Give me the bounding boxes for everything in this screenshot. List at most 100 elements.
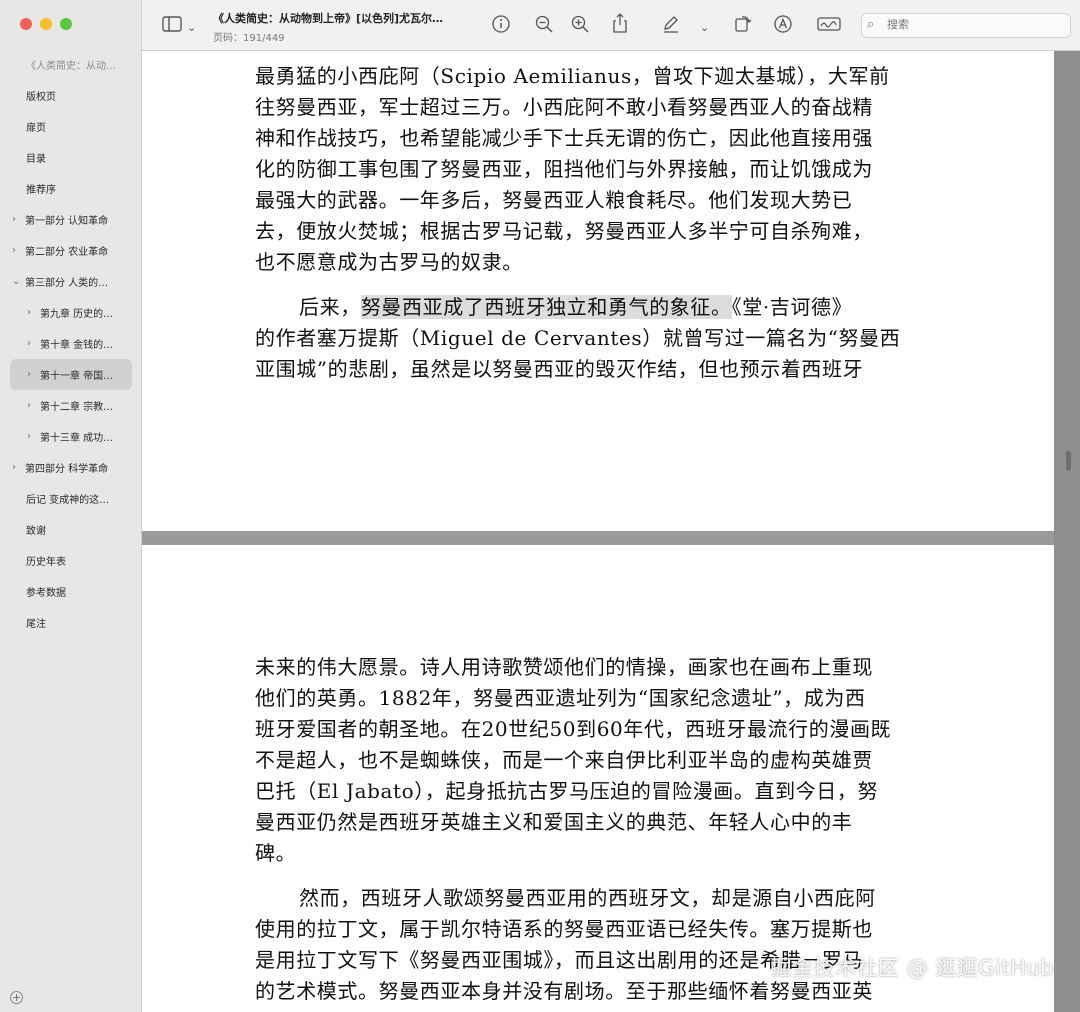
chevron-down-icon[interactable]: ⌄ — [187, 17, 196, 39]
window-controls — [20, 18, 72, 30]
sidebar-item[interactable]: › 第一部分 认知革命 — [0, 204, 142, 235]
sidebar-item-label: 第三部分 人类的… — [25, 278, 109, 289]
watermark: 掘金技术社区 @ 逛逛GitHub — [770, 956, 1054, 980]
rotate-icon[interactable] — [734, 14, 752, 33]
sidebar-item-label: 参考数据 — [26, 588, 66, 599]
sidebar-item-label: 第十二章 宗教… — [40, 402, 114, 413]
text-line: 不是超人，也不是蜘蛛侠，而是一个来自伊比利亚半岛的虚构英雄贾 — [255, 748, 873, 772]
sidebar-item-label: 致谢 — [26, 526, 46, 537]
chevron-right-icon[interactable]: › — [27, 338, 40, 349]
text-line: 使用的拉丁文，属于凯尔特语系的努曼西亚语已经失传。塞万提斯也 — [255, 917, 873, 941]
sidebar-item[interactable]: 历史年表 — [0, 545, 142, 576]
page-text: 最勇猛的小西庇阿（Scipio Aemilianus，曾攻下迦太基城），大军前往… — [255, 61, 945, 385]
text-line: 也不愿意成为古罗马的奴隶。 — [255, 250, 523, 274]
paragraph-lead: 后来， — [299, 295, 361, 319]
page-separator — [142, 531, 1054, 545]
paragraph-text: 《堂·吉诃德》 — [731, 295, 853, 319]
sidebar-item[interactable]: 参考数据 — [0, 576, 142, 607]
chevron-down-icon[interactable]: ⌄ — [12, 276, 25, 287]
sidebar-item-label: 第十一章 帝国… — [40, 371, 114, 382]
sidebar-item-label: 第九章 历史的… — [40, 309, 114, 320]
chevron-right-icon[interactable]: › — [12, 462, 25, 473]
zoom-window-button[interactable] — [60, 18, 72, 30]
sidebar-item[interactable]: › 第四部分 科学革命 — [0, 452, 142, 483]
chevron-right-icon[interactable]: › — [12, 214, 25, 225]
text-line: 化的防御工事包围了努曼西亚，阻挡他们与外界接触，而让饥饿成为 — [255, 157, 873, 181]
add-icon[interactable]: + — [10, 991, 23, 1004]
text-line: 最强大的武器。一年多后，努曼西亚人粮食耗尽。他们发现大势已 — [255, 188, 853, 212]
text-line: 班牙爱国者的朝圣地。在20世纪50到60年代，西班牙最流行的漫画既 — [255, 717, 892, 741]
highlighted-text[interactable]: 努曼西亚成了西班牙独立和勇气的象征。 — [360, 295, 732, 319]
info-icon[interactable] — [492, 15, 510, 33]
pdf-page-192: 未来的伟大愿景。诗人用诗歌赞颂他们的情操，画家也在画布上重现 他们的英勇。1882… — [142, 545, 1054, 1012]
search-icon: ⌕ — [867, 17, 875, 32]
chevron-right-icon[interactable]: › — [12, 245, 25, 256]
document-title: 《人类简史：从动物到上帝》[以色列]尤瓦尔… — [213, 12, 444, 25]
markup-pen-icon[interactable] — [662, 15, 680, 33]
zoom-in-icon[interactable] — [571, 15, 589, 33]
sidebar-item-label: 第十章 金钱的… — [40, 340, 114, 351]
sidebar-item[interactable]: 推荐序 — [0, 173, 142, 204]
sidebar-item[interactable]: ⌄ 第三部分 人类的… — [0, 266, 142, 297]
vertical-scrollbar[interactable] — [1066, 451, 1071, 471]
sidebar-item[interactable]: › 第二部分 农业革命 — [0, 235, 142, 266]
sidebar-item[interactable]: 扉页 — [0, 111, 142, 142]
sidebar-item[interactable]: › 第九章 历史的… — [0, 297, 142, 328]
sidebar-item-label: 后记 变成神的这… — [26, 495, 110, 506]
close-window-button[interactable] — [20, 18, 32, 30]
table-of-contents: 《人类简史：从动… 版权页 扉页 目录 推荐序 › 第一部分 认知革命 › 第二部分 农业革命… — [0, 49, 142, 638]
sidebar-item-label: 推荐序 — [26, 185, 56, 196]
share-icon[interactable] — [612, 13, 628, 33]
sidebar-item-label: 历史年表 — [26, 557, 66, 568]
chevron-right-icon[interactable]: › — [27, 369, 40, 380]
text-line: 亚围城”的悲剧，虽然是以努曼西亚的毁灭作结，但也预示着西班牙 — [255, 357, 864, 381]
chevron-down-icon[interactable]: ⌄ — [700, 17, 709, 39]
chevron-right-icon[interactable]: › — [27, 307, 40, 318]
sidebar-item[interactable]: › 第十章 金钱的… — [0, 328, 142, 359]
text-line: 神和作战技巧，也希望能减少手下士兵无谓的伤亡，因此他直接用强 — [255, 126, 873, 150]
sidebar-toggle-icon[interactable] — [162, 16, 182, 32]
zoom-out-icon[interactable] — [535, 15, 553, 33]
pdf-page-191: 最勇猛的小西庇阿（Scipio Aemilianus，曾攻下迦太基城），大军前往… — [142, 51, 1054, 531]
chevron-right-icon[interactable]: › — [27, 431, 40, 442]
chevron-right-icon[interactable]: › — [27, 400, 40, 411]
sidebar-item-label: 第一部分 认知革命 — [25, 216, 109, 227]
page-indicator: 页码：191/449 — [213, 33, 285, 44]
sidebar-item[interactable]: › 第十一章 帝国… — [10, 359, 132, 390]
sidebar-item-label: 第二部分 农业革命 — [25, 247, 109, 258]
document-title-block: 《人类简史：从动物到上帝》[以色列]尤瓦尔… 页码：191/449 — [213, 10, 483, 44]
sidebar-item-label: 第十三章 成功… — [40, 433, 114, 444]
sidebar-item-label: 版权页 — [26, 92, 56, 103]
sidebar-item[interactable]: › 第十二章 宗教… — [0, 390, 142, 421]
sidebar: 《人类简史：从动… 版权页 扉页 目录 推荐序 › 第一部分 认知革命 › 第二部分 农业革命… — [0, 0, 142, 1012]
sidebar-item[interactable]: 后记 变成神的这… — [0, 483, 142, 514]
sidebar-item-label: 扉页 — [26, 123, 46, 134]
text-line: 然而，西班牙人歌颂努曼西亚用的西班牙文，却是源自小西庇阿 — [299, 886, 876, 910]
search-field[interactable]: ⌕ — [861, 13, 1071, 38]
text-line: 曼西亚仍然是西班牙英雄主义和爱国主义的典范、年轻人心中的丰 — [255, 810, 853, 834]
toolbar: ⌄ 《人类简史：从动物到上帝》[以色列]尤瓦尔… 页码：191/449 ⌄ ⌕ … — [142, 0, 1080, 51]
sidebar-item[interactable]: 尾注 — [0, 607, 142, 638]
sidebar-item[interactable]: 版权页 — [0, 80, 142, 111]
text-line: 最勇猛的小西庇阿（Scipio Aemilianus，曾攻下迦太基城），大军前 — [255, 64, 890, 88]
document-viewport[interactable]: 最勇猛的小西庇阿（Scipio Aemilianus，曾攻下迦太基城），大军前往… — [142, 51, 1080, 1012]
minimize-window-button[interactable] — [40, 18, 52, 30]
text-line: 的作者塞万提斯（Miguel de Cervantes）就曾写过一篇名为“努曼西 — [255, 326, 901, 350]
sidebar-item[interactable]: › 第十三章 成功… — [0, 421, 142, 452]
text-line: 他们的英勇。1882年，努曼西亚遗址列为“国家纪念遗址”，成为西 — [255, 686, 866, 710]
text-line: 碑。 — [255, 841, 297, 865]
sidebar-item[interactable]: 目录 — [0, 142, 142, 173]
text-line: 未来的伟大愿景。诗人用诗歌赞颂他们的情操，画家也在画布上重现 — [255, 655, 873, 679]
sidebar-item-label: 第四部分 科学革命 — [25, 464, 109, 475]
paragraph: 后来，努曼西亚成了西班牙独立和勇气的象征。《堂·吉诃德》 — [255, 292, 945, 323]
sidebar-item[interactable]: 致谢 — [0, 514, 142, 545]
search-input[interactable] — [887, 18, 1057, 31]
text-line: 去，便放火焚城；根据古罗马记载，努曼西亚人多半宁可自杀殉难， — [255, 219, 873, 243]
sidebar-item-label: 尾注 — [26, 619, 46, 630]
toc-book-title[interactable]: 《人类简史：从动… — [0, 49, 142, 80]
text-line: 往努曼西亚，军士超过三万。小西庇阿不敢小看努曼西亚人的奋战精 — [255, 95, 873, 119]
sidebar-item-label: 目录 — [26, 154, 46, 165]
circled-a-icon[interactable] — [774, 15, 792, 33]
signature-icon[interactable] — [817, 16, 841, 32]
text-line: 巴托（El Jabato），起身抵抗古罗马压迫的冒险漫画。直到今日，努 — [255, 779, 879, 803]
